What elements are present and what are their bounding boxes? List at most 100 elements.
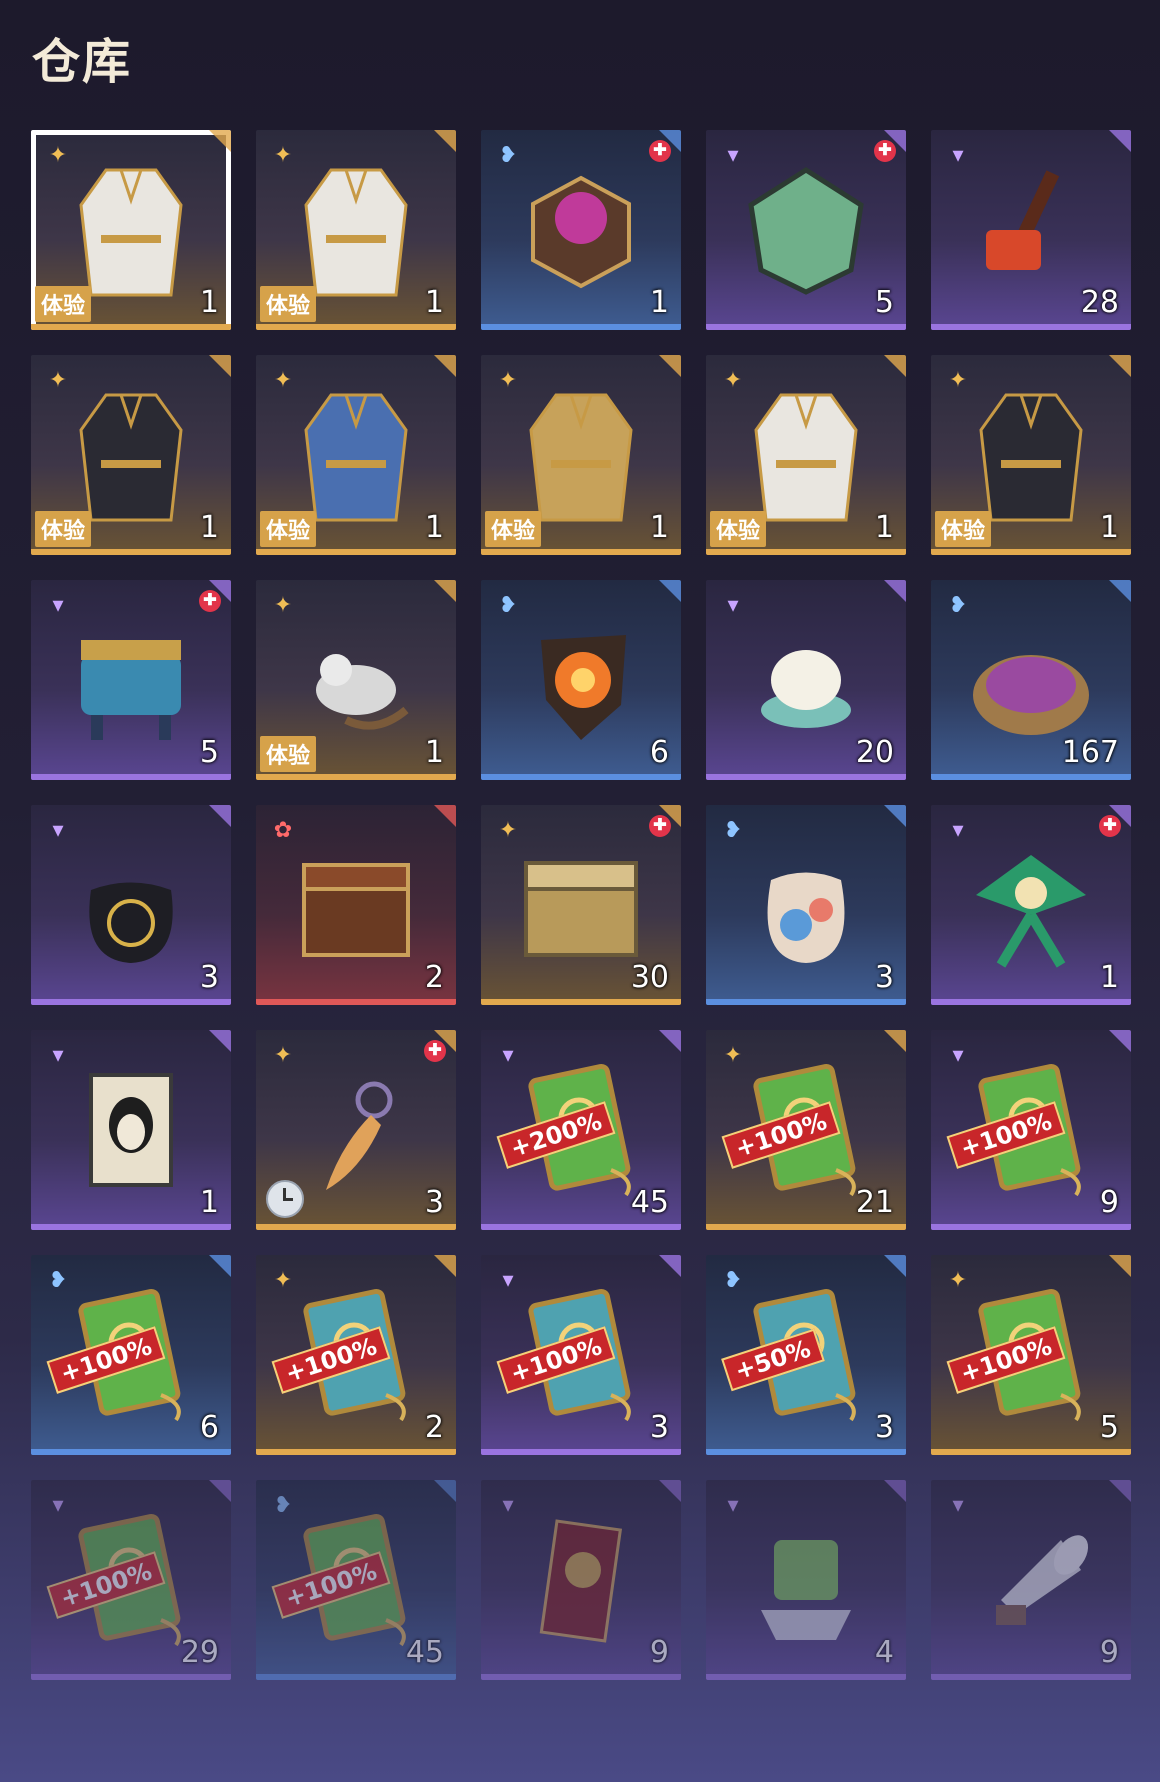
slot-corner-marker xyxy=(434,805,456,827)
item-quantity: 1 xyxy=(199,510,219,545)
inventory-slot[interactable]: ▾ ✚ 5 xyxy=(31,580,231,780)
inventory-slot[interactable]: ▾ 20 xyxy=(706,580,906,780)
slot-corner-marker xyxy=(209,1255,231,1277)
inventory-slot[interactable]: ❥ +50% 3 xyxy=(706,1255,906,1455)
flame-stone-icon xyxy=(511,610,651,750)
gold-robe-outfit-icon xyxy=(511,385,651,525)
inventory-slot[interactable]: ✦ +100% 2 xyxy=(256,1255,456,1455)
trial-badge: 体验 xyxy=(35,511,92,547)
item-quantity: 1 xyxy=(1099,510,1119,545)
item-quantity: 45 xyxy=(630,1185,669,1220)
inventory-slot[interactable]: ▾ +100% 29 xyxy=(31,1480,231,1680)
wooden-chest-icon xyxy=(286,835,426,975)
slot-corner-marker xyxy=(659,1480,681,1502)
slot-corner-marker xyxy=(1109,580,1131,602)
slot-corner-marker xyxy=(434,1480,456,1502)
item-quantity: 1 xyxy=(649,510,669,545)
red-talisman-card-icon xyxy=(511,1510,651,1650)
new-item-badge-icon: ✚ xyxy=(874,140,896,162)
item-quantity: 1 xyxy=(649,285,669,320)
white-lace-dress-outfit-icon xyxy=(736,385,876,525)
slot-corner-marker xyxy=(209,1480,231,1502)
flying-squirrel-pet-icon xyxy=(286,610,426,750)
fire-hammer-icon xyxy=(961,160,1101,300)
trial-badge: 体验 xyxy=(935,511,992,547)
inventory-slot[interactable]: ▾ 4 xyxy=(706,1480,906,1680)
slot-corner-marker xyxy=(884,805,906,827)
item-quantity: 2 xyxy=(424,1410,444,1445)
item-quantity: 9 xyxy=(1099,1185,1119,1220)
item-quantity: 21 xyxy=(855,1185,894,1220)
new-item-badge-icon: ✚ xyxy=(649,815,671,837)
item-quantity: 1 xyxy=(199,285,219,320)
slot-corner-marker xyxy=(1109,130,1131,152)
inventory-slot[interactable]: ▾ 3 xyxy=(31,805,231,1005)
slot-corner-marker xyxy=(884,1480,906,1502)
inventory-slot[interactable]: ✿ 2 xyxy=(256,805,456,1005)
inventory-slot[interactable]: ▾ 9 xyxy=(481,1480,681,1680)
jade-kite-icon xyxy=(961,835,1101,975)
slot-corner-marker xyxy=(209,1030,231,1052)
inventory-slot[interactable]: ❥ 3 xyxy=(706,805,906,1005)
slot-corner-marker xyxy=(659,580,681,602)
inventory-slot[interactable]: ✦ 体验 1 xyxy=(931,355,1131,555)
inventory-slot[interactable]: ✦ 体验 1 xyxy=(256,355,456,555)
slot-corner-marker xyxy=(659,1255,681,1277)
item-quantity: 9 xyxy=(649,1635,669,1670)
inventory-slot[interactable]: ❥ 6 xyxy=(481,580,681,780)
trial-badge: 体验 xyxy=(35,286,92,322)
inventory-slot[interactable]: ✦ 体验 1 xyxy=(256,130,456,330)
lotus-bowl-icon xyxy=(736,610,876,750)
inventory-slot[interactable]: ❥ 167 xyxy=(931,580,1131,780)
inventory-slot[interactable]: ✦ ✚ 3 xyxy=(256,1030,456,1230)
slot-corner-marker xyxy=(209,130,231,152)
white-robe-outfit-icon xyxy=(61,160,201,300)
item-quantity: 1 xyxy=(1099,960,1119,995)
slot-corner-marker xyxy=(1109,355,1131,377)
inventory-slot[interactable]: ▾ 28 xyxy=(931,130,1131,330)
jade-seal-icon xyxy=(736,1510,876,1650)
inventory-slot[interactable]: ✦ 体验 1 xyxy=(31,130,231,330)
slot-corner-marker xyxy=(659,355,681,377)
inventory-slot[interactable]: ❥ +100% 6 xyxy=(31,1255,231,1455)
item-quantity: 167 xyxy=(1061,735,1119,770)
slot-corner-marker xyxy=(884,580,906,602)
inventory-slot[interactable]: ▾ +200% 45 xyxy=(481,1030,681,1230)
inventory-slot[interactable]: ▾ 1 xyxy=(31,1030,231,1230)
silver-horn-icon xyxy=(961,1510,1101,1650)
page-title: 仓库 xyxy=(32,34,133,90)
inventory-slot[interactable]: ✦ ✚ 30 xyxy=(481,805,681,1005)
trial-badge: 体验 xyxy=(260,736,317,772)
item-quantity: 3 xyxy=(199,960,219,995)
slot-corner-marker xyxy=(209,355,231,377)
inventory-slot[interactable]: ✦ +100% 5 xyxy=(931,1255,1131,1455)
inventory-slot[interactable]: ✦ 体验 1 xyxy=(481,355,681,555)
inventory-slot[interactable]: ❥ +100% 45 xyxy=(256,1480,456,1680)
slot-corner-marker xyxy=(1109,1480,1131,1502)
dark-blue-dress-outfit-icon xyxy=(286,385,426,525)
black-gold-outfit-icon xyxy=(61,385,201,525)
item-quantity: 29 xyxy=(180,1635,219,1670)
trial-badge: 体验 xyxy=(485,511,542,547)
item-quantity: 3 xyxy=(649,1410,669,1445)
inventory-slot[interactable]: ▾ +100% 9 xyxy=(931,1030,1131,1230)
slot-corner-marker xyxy=(659,1030,681,1052)
inventory-slot[interactable]: ▾ +100% 3 xyxy=(481,1255,681,1455)
bronze-cauldron-icon xyxy=(61,610,201,750)
slot-corner-marker xyxy=(434,355,456,377)
item-quantity: 6 xyxy=(199,1410,219,1445)
inventory-slot[interactable]: ❥ ✚ 1 xyxy=(481,130,681,330)
inventory-slot[interactable]: ▾ 9 xyxy=(931,1480,1131,1680)
item-quantity: 3 xyxy=(874,1410,894,1445)
new-item-badge-icon: ✚ xyxy=(1099,815,1121,837)
item-quantity: 1 xyxy=(874,510,894,545)
inventory-slot[interactable]: ✦ 体验 1 xyxy=(706,355,906,555)
inventory-slot[interactable]: ✦ 体验 1 xyxy=(31,355,231,555)
item-quantity: 4 xyxy=(874,1635,894,1670)
inventory-slot[interactable]: ✦ 体验 1 xyxy=(256,580,456,780)
item-quantity: 1 xyxy=(424,285,444,320)
inventory-slot[interactable]: ▾ ✚ 5 xyxy=(706,130,906,330)
new-item-badge-icon: ✚ xyxy=(424,1040,446,1062)
inventory-slot[interactable]: ✦ +100% 21 xyxy=(706,1030,906,1230)
inventory-slot[interactable]: ▾ ✚ 1 xyxy=(931,805,1131,1005)
